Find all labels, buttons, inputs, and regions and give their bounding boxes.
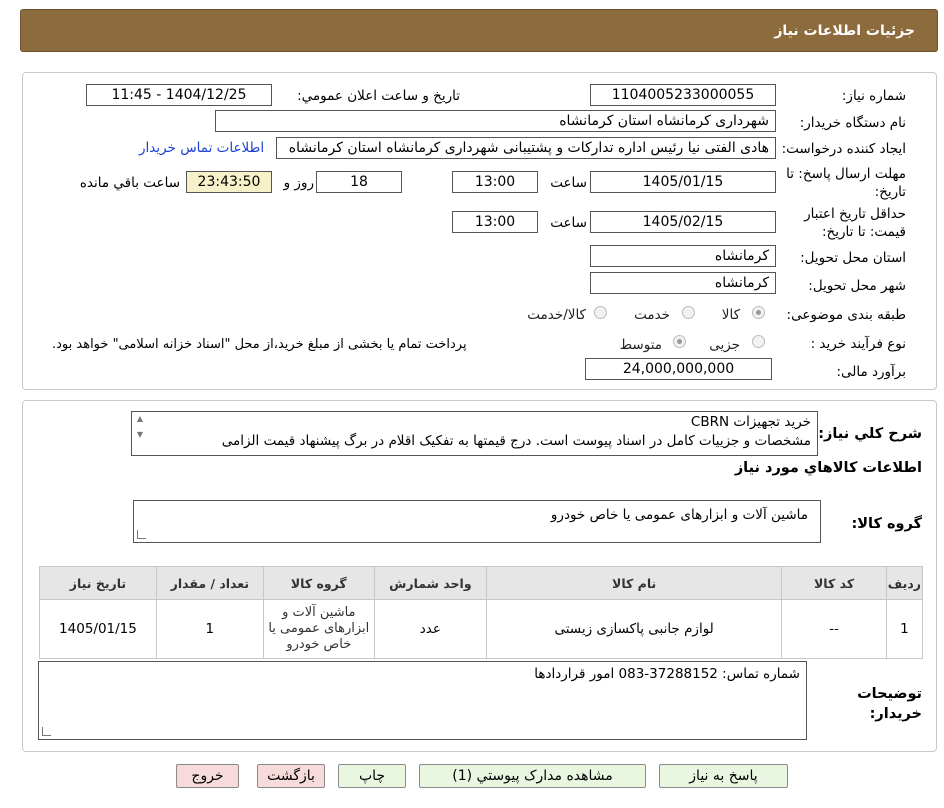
remaining-time-field: 23:43:50 (186, 171, 272, 193)
col-goods-group: گروه کالا (262, 566, 375, 600)
goods-table: ردیف کد کالا نام کالا واحد شمارش گروه کا… (39, 566, 924, 659)
deadline-date-field: 1405/01/15 (590, 171, 776, 193)
description-line-1: خرید تجهیزات CBRN (690, 414, 811, 430)
treasury-note: پرداخت تمام یا بخشی از مبلغ خرید،از محل … (52, 337, 467, 352)
col-unit: واحد شمارش (373, 566, 487, 600)
process-minor-label: جزیی (709, 337, 740, 353)
page-title: جزئیات اطلاعات نیاز (774, 23, 915, 39)
col-goods-name: نام کالا (485, 566, 783, 600)
buyer-contact-link[interactable]: اطلاعات تماس خریدار (139, 140, 264, 156)
goods-group-value: ماشین آلات و ابزارهای عمومی یا خاص خودرو (550, 507, 808, 523)
category-service-label: خدمت (634, 307, 670, 323)
price-validity-time-field: 13:00 (452, 211, 538, 233)
scroll-up-icon[interactable]: ▲ (134, 414, 146, 424)
process-medium-label: متوسط (619, 337, 662, 353)
creator-label: ایجاد کننده درخواست: (781, 141, 906, 157)
cell-goods-code: -- (781, 599, 887, 659)
exit-button[interactable]: خروج (176, 764, 239, 788)
deadline-time-field: 13:00 (452, 171, 538, 193)
cell-goods-group: ماشین آلات و ابزارهای عمومی یا خاص خودرو (262, 599, 375, 659)
delivery-city-field: کرمانشاه (590, 272, 776, 294)
delivery-city-label: شهر محل تحویل: (808, 278, 906, 294)
print-button[interactable]: چاپ (338, 764, 406, 788)
buyer-notes-textarea[interactable]: شماره تماس: 37288152-083 امور قراردادها (38, 661, 807, 740)
price-validity-date-field: 1405/02/15 (590, 211, 776, 233)
days-and-label: روز و (283, 175, 314, 191)
process-minor-radio[interactable] (752, 335, 765, 348)
resize-handle-icon[interactable] (42, 727, 51, 736)
reply-to-need-button[interactable]: پاسخ به نیاز (659, 764, 788, 788)
process-medium-radio[interactable] (673, 335, 686, 348)
category-goods-label: کالا (721, 307, 740, 323)
cell-goods-name: لوازم جانبی پاکسازی زیستی (485, 599, 783, 659)
goods-table-header: ردیف کد کالا نام کالا واحد شمارش گروه کا… (39, 566, 924, 600)
category-goods-radio[interactable] (752, 306, 765, 319)
process-type-label: نوع فرآیند خرید : (810, 336, 906, 352)
description-line-2: مشخصات و جزییات کامل در اسناد پیوست است.… (221, 433, 811, 449)
cell-need-date: 1405/01/15 (39, 599, 157, 659)
cell-quantity: 1 (155, 599, 264, 659)
deadline-label: مهلت ارسال پاسخ: تا تاریخ: (786, 166, 906, 200)
description-textarea[interactable]: خرید تجهیزات CBRN مشخصات و جزییات کامل د… (131, 411, 818, 456)
buyer-notes-value: شماره تماس: 37288152-083 امور قراردادها (534, 666, 800, 682)
need-number-label: شماره نیاز: (841, 88, 906, 104)
cell-unit: عدد (373, 599, 487, 659)
page-header: جزئیات اطلاعات نیاز (20, 9, 938, 52)
creator-field: هادی الفتی نیا رئیس اداره تدارکات و پشتی… (276, 137, 776, 159)
delivery-province-label: استان محل تحویل: (800, 250, 906, 266)
scroll-down-icon[interactable]: ▼ (134, 430, 146, 440)
budget-field: 24,000,000,000 (585, 358, 772, 380)
category-label: طبقه بندی موضوعی: (786, 307, 906, 323)
announce-date-label: تاریخ و ساعت اعلان عمومي: (297, 88, 460, 104)
col-need-date: تاریخ نیاز (39, 566, 157, 600)
col-row-number: ردیف (885, 566, 924, 600)
back-button[interactable]: بازگشت (257, 764, 325, 788)
col-goods-code: کد کالا (781, 566, 887, 600)
table-row: 1 -- لوازم جانبی پاکسازی زیستی عدد ماشین… (39, 599, 924, 659)
price-validity-time-label: ساعت (550, 215, 587, 231)
cell-row-number: 1 (885, 599, 924, 659)
deadline-time-label: ساعت (550, 175, 587, 191)
category-service-radio[interactable] (682, 306, 695, 319)
delivery-province-field: کرمانشاه (590, 245, 776, 267)
budget-label: برآورد مالی: (836, 364, 906, 380)
description-label: شرح کلي نیاز: (818, 426, 922, 442)
remaining-time-label: ساعت باقي مانده (79, 175, 180, 191)
col-quantity: تعداد / مقدار (155, 566, 264, 600)
buyer-org-label: نام دستگاه خریدار: (799, 115, 906, 131)
resize-handle-icon[interactable] (137, 530, 146, 539)
category-goods-service-label: کالا/خدمت (527, 307, 586, 323)
view-attachments-button[interactable]: مشاهده مدارک پیوستي (1) (419, 764, 646, 788)
goods-group-textarea[interactable]: ماشین آلات و ابزارهای عمومی یا خاص خودرو (133, 500, 821, 543)
days-remaining-field: 18 (316, 171, 402, 193)
price-validity-label: حداقل تاریخ اعتبار قیمت: تا تاریخ: (804, 206, 906, 240)
goods-group-label: گروه کالا: (851, 516, 922, 532)
announce-date-field: 1404/12/25 - 11:45 (86, 84, 272, 106)
goods-section-title: اطلاعات کالاهاي مورد نیاز (734, 460, 922, 476)
need-number-field: 1104005233000055 (590, 84, 776, 106)
category-goods-service-radio[interactable] (594, 306, 607, 319)
buyer-notes-label: توضیحات خریدار: (857, 686, 922, 722)
buyer-org-field: شهرداری کرمانشاه استان کرمانشاه (215, 110, 776, 132)
